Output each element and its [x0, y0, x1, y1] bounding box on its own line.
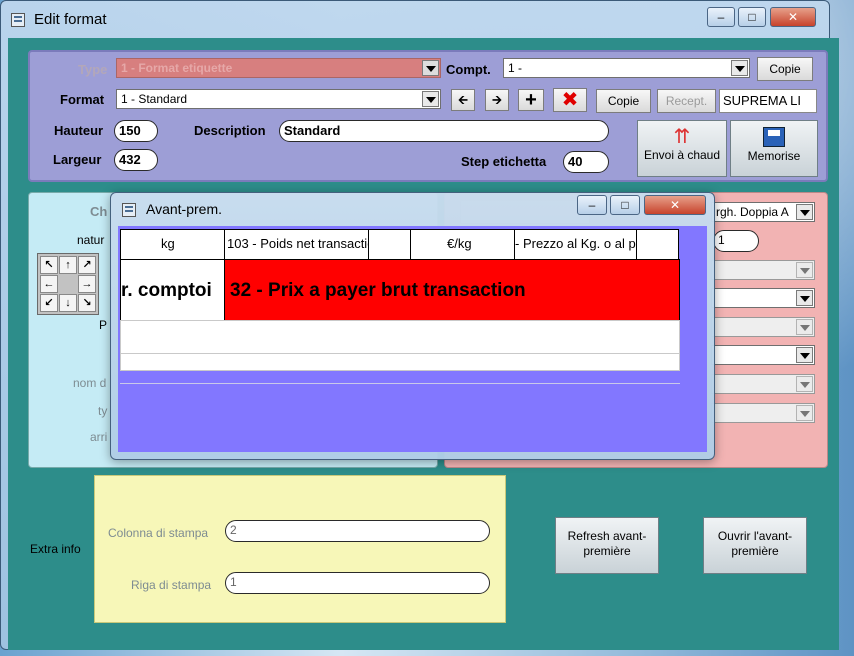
- chevron-down-icon: [796, 290, 813, 306]
- option-select-4[interactable]: [711, 345, 815, 365]
- delete-icon[interactable]: ✖: [553, 88, 587, 112]
- step-input[interactable]: 40: [563, 151, 609, 173]
- chevron-down-icon: [796, 405, 813, 421]
- compt-label: Compt.: [446, 62, 491, 77]
- chevron-down-icon: [731, 60, 748, 76]
- preview-maximize-button[interactable]: □: [610, 195, 640, 215]
- ty-label: ty: [98, 404, 108, 418]
- preview-row-empty-2: [120, 353, 680, 371]
- type-select[interactable]: 1 - Format etiquette: [116, 58, 441, 78]
- preview-cell-comptoi: r. comptoi: [120, 259, 226, 322]
- arrow-down-left-icon[interactable]: ↙: [40, 294, 58, 312]
- preview-row-empty-1: [120, 320, 680, 354]
- colonna-label: Colonna di stampa: [108, 526, 209, 540]
- format-select-value: 1 - Standard: [121, 92, 188, 106]
- largeur-input[interactable]: 432: [114, 149, 158, 171]
- description-input[interactable]: Standard: [279, 120, 609, 142]
- chevron-down-icon: [422, 91, 439, 107]
- option-select-5[interactable]: [711, 374, 815, 394]
- nature-label: natur: [77, 233, 105, 247]
- chevron-down-icon: [796, 347, 813, 363]
- arrow-up-icon[interactable]: ↑: [59, 256, 77, 274]
- hauteur-input[interactable]: 150: [114, 120, 158, 142]
- copie-compt-button[interactable]: Copie: [757, 57, 813, 81]
- compt-select[interactable]: 1 -: [503, 58, 750, 78]
- send-arrows-icon: ⇈: [673, 126, 691, 148]
- save-icon: [763, 127, 785, 147]
- arr-label: arri: [90, 430, 108, 444]
- colonna-input[interactable]: 2: [225, 520, 490, 542]
- chevron-down-icon: [796, 319, 813, 335]
- type-select-value: 1 - Format etiquette: [121, 61, 233, 75]
- riga-input[interactable]: 1: [225, 572, 490, 594]
- chevron-down-icon: [796, 262, 813, 278]
- type-label: Type: [78, 62, 108, 77]
- preview-title: Avant-prem.: [146, 201, 222, 217]
- preview-cell-blank: [636, 229, 679, 261]
- next-arrow-button[interactable]: 🡪: [485, 89, 509, 111]
- p-label: P: [99, 318, 108, 332]
- nom-label: nom d: [73, 376, 107, 390]
- arrow-down-right-icon[interactable]: ↘: [78, 294, 96, 312]
- memorise-label: Memorise: [747, 149, 801, 163]
- arrow-up-right-icon[interactable]: ↗: [78, 256, 96, 274]
- preview-cell-unit: kg: [120, 229, 226, 261]
- chevron-down-icon: [796, 376, 813, 392]
- doppia-select-value: rgh. Doppia A: [716, 205, 789, 219]
- right-value-input[interactable]: 1: [713, 230, 759, 252]
- chevron-down-icon: [422, 60, 439, 76]
- preview-cell-empty: [368, 229, 412, 261]
- format-label: Format: [60, 92, 105, 107]
- field-panel-heading: Ch: [90, 204, 108, 219]
- preview-cell-prix: 32 - Prix a payer brut transaction: [224, 259, 680, 322]
- envoi-chaud-button[interactable]: ⇈ Envoi à chaud: [637, 120, 727, 177]
- format-select[interactable]: 1 - Standard: [116, 89, 441, 109]
- compt-select-value: 1 -: [508, 61, 523, 75]
- envoi-chaud-label: Envoi à chaud: [643, 148, 721, 162]
- maximize-button[interactable]: □: [738, 7, 766, 27]
- recept-button[interactable]: Recept.: [657, 89, 716, 113]
- arrow-right-icon[interactable]: →: [78, 275, 96, 293]
- preview-cell-price-unit: €/kg: [410, 229, 516, 261]
- close-button[interactable]: ✕: [770, 7, 816, 27]
- extra-info-label: Extra info: [30, 542, 81, 556]
- doppia-select[interactable]: rgh. Doppia A: [711, 202, 815, 222]
- option-select-3[interactable]: [711, 317, 815, 337]
- step-label: Step etichetta: [461, 154, 547, 169]
- option-select-2[interactable]: [711, 288, 815, 308]
- extra-info-panel: [94, 475, 506, 623]
- hauteur-label: Hauteur: [54, 123, 104, 138]
- open-preview-button[interactable]: Ouvrir l'avant-première: [703, 517, 807, 574]
- preview-divider: [120, 383, 680, 384]
- preview-cell-poids: 103 - Poids net transaction: [224, 229, 370, 261]
- largeur-label: Largeur: [53, 152, 102, 167]
- alignment-pad: ↖ ↑ ↗ ← → ↙ ↓ ↘: [37, 253, 99, 315]
- previous-arrow-button[interactable]: 🡨: [451, 89, 475, 111]
- suprema-field[interactable]: SUPREMA LI: [719, 89, 817, 113]
- preview-minimize-button[interactable]: –: [577, 195, 607, 215]
- option-select-6[interactable]: [711, 403, 815, 423]
- preview-app-icon: [122, 203, 136, 217]
- memorise-button[interactable]: Memorise: [730, 120, 818, 177]
- option-select-1[interactable]: [711, 260, 815, 280]
- arrow-down-icon[interactable]: ↓: [59, 294, 77, 312]
- chevron-down-icon: [796, 204, 813, 220]
- refresh-preview-button[interactable]: Refresh avant-première: [555, 517, 659, 574]
- window-title: Edit format: [34, 11, 107, 28]
- description-label: Description: [194, 123, 266, 138]
- preview-close-button[interactable]: ✕: [644, 195, 706, 215]
- copie-format-button[interactable]: Copie: [596, 89, 651, 113]
- arrow-up-left-icon[interactable]: ↖: [40, 256, 58, 274]
- riga-label: Riga di stampa: [131, 578, 212, 592]
- minimize-button[interactable]: –: [707, 7, 735, 27]
- preview-cell-prezzo: - Prezzo al Kg. o al pz.: [514, 229, 638, 261]
- add-button[interactable]: +: [518, 89, 544, 111]
- app-icon: [11, 13, 25, 27]
- arrow-left-icon[interactable]: ←: [40, 275, 58, 293]
